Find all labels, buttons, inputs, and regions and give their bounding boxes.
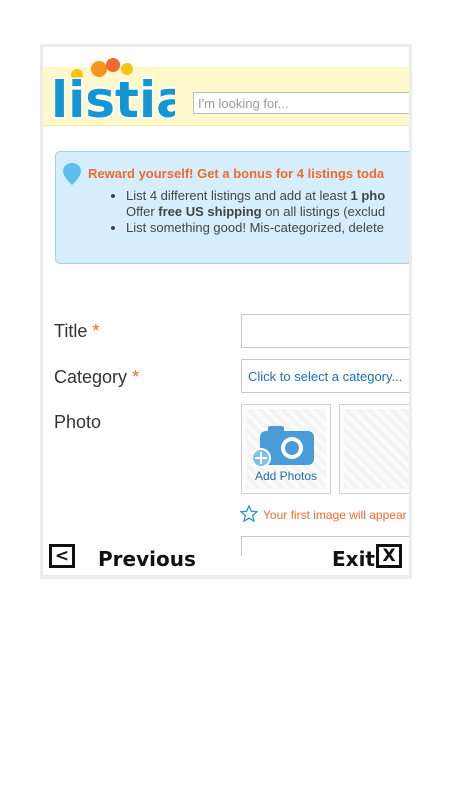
required-mark: * — [132, 367, 140, 387]
add-photos-label: Add Photos — [254, 469, 318, 483]
first-image-note: Your first image will appear — [240, 505, 407, 522]
bonus-offer-pre: Offer — [126, 204, 159, 219]
listia-logo[interactable]: listia — [47, 55, 175, 127]
previous-button-icon[interactable]: < — [49, 544, 75, 568]
photo-slot[interactable] — [339, 404, 409, 494]
photo-slot-bg — [344, 409, 409, 489]
exit-button-icon[interactable]: X — [376, 544, 402, 568]
bonus-item-text: List 4 different listings and add at lea… — [126, 188, 351, 203]
bonus-item: List something good! Mis-categorized, de… — [126, 220, 409, 236]
bonus-item-text: List something good! Mis-categorized, de… — [126, 220, 384, 235]
category-select[interactable]: Click to select a category... — [241, 359, 409, 393]
bonus-offer-bold: free US shipping — [158, 204, 262, 219]
camera-icon — [252, 426, 314, 468]
title-label: Title * — [54, 321, 99, 342]
bonus-item: List 4 different listings and add at lea… — [126, 188, 409, 220]
bonus-list: List 4 different listings and add at lea… — [110, 188, 409, 236]
exit-button[interactable]: Exit — [332, 547, 375, 571]
category-label: Category * — [54, 367, 139, 388]
title-label-text: Title — [54, 321, 88, 341]
bonus-item-bold: 1 pho — [350, 188, 386, 203]
bonus-banner: Reward yourself! Get a bonus for 4 listi… — [55, 151, 409, 264]
star-icon — [240, 505, 258, 522]
logo-text: listia — [51, 71, 175, 127]
add-photos-button[interactable]: Add Photos — [241, 404, 331, 494]
photo-label: Photo — [54, 412, 102, 432]
required-mark: * — [92, 321, 100, 341]
title-input[interactable] — [241, 314, 409, 348]
bonus-offer-post: on all listings (exclud — [261, 204, 386, 219]
category-label-text: Category — [54, 367, 128, 387]
bonus-title: Reward yourself! Get a bonus for 4 listi… — [88, 166, 385, 181]
search-input[interactable]: I'm looking for... — [193, 92, 409, 114]
category-placeholder: Click to select a category... — [248, 369, 403, 384]
bonus-item-line2: Offer free US shipping on all listings (… — [126, 204, 409, 220]
location-pin-icon — [63, 163, 81, 185]
first-image-note-text: Your first image will appear — [263, 508, 407, 522]
app-viewport: listia I'm looking for... Reward yoursel… — [43, 47, 409, 575]
previous-button[interactable]: Previous — [98, 547, 196, 571]
